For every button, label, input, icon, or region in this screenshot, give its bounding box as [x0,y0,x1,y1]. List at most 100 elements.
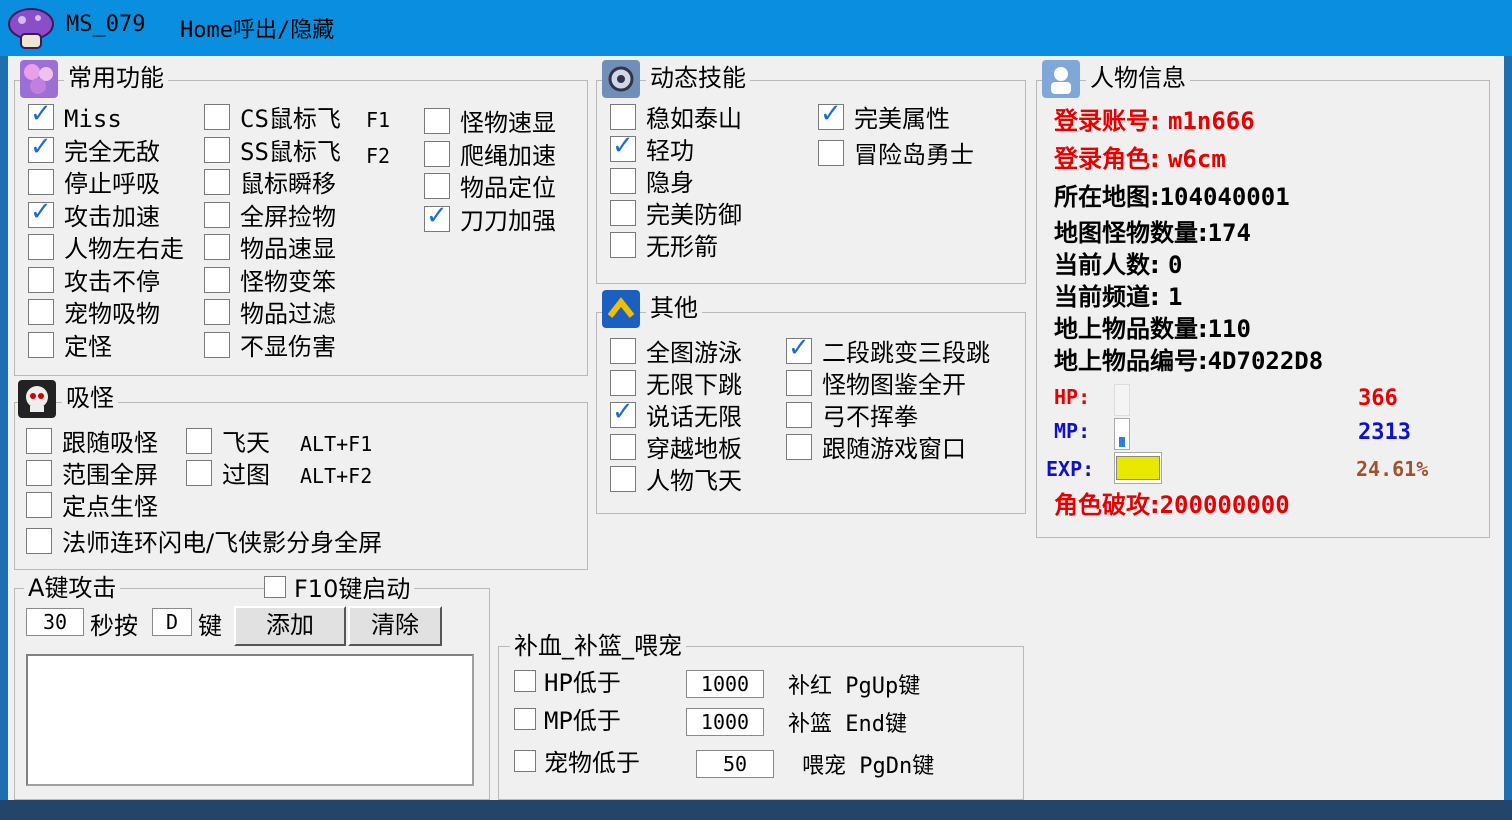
other-col2-checkbox-3[interactable]: 跟随游戏窗口 [786,434,966,464]
recover-threshold-input-2[interactable]: 50 [696,750,774,778]
common-col2-box-7[interactable] [204,331,230,358]
common-col2-box-0[interactable] [204,104,230,130]
dynamic-col2-checkbox-1[interactable]: 冒险岛勇士 [818,140,974,170]
common-col2-box-4[interactable] [204,234,230,260]
common-col2-checkbox-5[interactable]: 怪物变笨 [204,266,336,297]
common-col1-checkbox-1[interactable]: 完全无敌 [28,132,160,167]
recover-checkbox-0[interactable]: HP低于 [514,668,621,698]
common-col2-box-1[interactable] [204,136,230,163]
recover-threshold-input-1[interactable]: 1000 [686,708,764,736]
other-col1-checkbox-1[interactable]: 无限下跳 [610,370,742,400]
common-col2-checkbox-3[interactable]: 全屏捡物 [204,201,336,232]
other-col1-checkbox-4[interactable]: 人物飞天 [610,466,742,496]
recover-checkbox-2[interactable]: 宠物低于 [514,748,640,778]
key-input[interactable]: D [152,608,192,636]
other-col2-box-2[interactable] [786,402,812,428]
other-col1-box-2[interactable] [610,397,636,428]
dynamic-col1-box-1[interactable] [610,131,636,162]
other-col2-box-1[interactable] [786,370,812,396]
absorb-checkbox-2[interactable]: 定点生怪 [26,492,158,522]
other-col2-box-3[interactable] [786,434,812,460]
common-col2-checkbox-1[interactable]: SS鼠标飞 [204,136,341,167]
dynamic-col1-checkbox-2[interactable]: 隐身 [610,168,694,198]
other-col1-checkbox-3[interactable]: 穿越地板 [610,434,742,464]
absorb-box-3[interactable] [26,528,52,554]
common-col3-checkbox-3[interactable]: 刀刀加强 [424,201,556,236]
dynamic-col2-box-1[interactable] [818,140,844,166]
absorb-checkbox-0[interactable]: 跟随吸怪 [26,428,158,458]
recover-box-0[interactable] [514,670,536,692]
dynamic-col1-checkbox-4[interactable]: 无形箭 [610,232,718,262]
other-col2-checkbox-2[interactable]: 弓不挥拳 [786,402,918,432]
dynamic-col1-box-3[interactable] [610,200,636,226]
passmap-box[interactable] [186,460,212,486]
common-col1-box-7[interactable] [28,331,54,358]
common-col2-checkbox-4[interactable]: 物品速显 [204,234,336,264]
dynamic-col1-box-0[interactable] [610,104,636,130]
passmap-checkbox[interactable]: 过图 [186,460,270,490]
common-col1-checkbox-4[interactable]: 人物左右走 [28,234,184,264]
fly-checkbox[interactable]: 飞天 [186,428,270,458]
common-col3-box-0[interactable] [424,108,450,134]
other-col1-checkbox-0[interactable]: 全图游泳 [610,338,742,368]
common-col2-checkbox-6[interactable]: 物品过滤 [204,299,336,329]
common-col1-checkbox-0[interactable]: Miss [28,99,122,134]
common-col1-box-3[interactable] [28,197,54,228]
common-col2-checkbox-2[interactable]: 鼠标瞬移 [204,169,336,199]
other-col1-box-4[interactable] [610,466,636,492]
dynamic-col2-box-0[interactable] [818,99,844,130]
dynamic-col1-checkbox-1[interactable]: 轻功 [610,131,694,166]
recover-box-1[interactable] [514,708,536,730]
dynamic-col1-checkbox-0[interactable]: 稳如泰山 [610,104,742,134]
common-col1-box-5[interactable] [28,266,54,293]
common-col1-checkbox-2[interactable]: 停止呼吸 [28,169,160,199]
common-col1-box-4[interactable] [28,234,54,260]
common-col1-box-0[interactable] [28,99,54,130]
other-col1-checkbox-2[interactable]: 说话无限 [610,397,742,432]
other-col2-checkbox-0[interactable]: 二段跳变三段跳 [786,333,990,368]
title-bar[interactable]: MS_079 Home呼出/隐藏 [0,0,1512,56]
absorb-checkbox-1[interactable]: 范围全屏 [26,460,158,490]
common-col1-checkbox-7[interactable]: 定怪 [28,331,112,362]
dynamic-col1-box-2[interactable] [610,168,636,194]
dynamic-col2-checkbox-0[interactable]: 完美属性 [818,99,950,134]
common-col2-box-2[interactable] [204,169,230,195]
add-button[interactable]: 添加 [234,606,346,646]
f10-start-checkbox[interactable]: F10键启动 [264,574,415,604]
other-col1-box-3[interactable] [610,434,636,460]
common-col2-box-6[interactable] [204,299,230,325]
f10-box[interactable] [264,576,286,598]
other-col1-box-0[interactable] [610,338,636,364]
common-col3-checkbox-1[interactable]: 爬绳加速 [424,140,556,171]
absorb-box-0[interactable] [26,428,52,454]
common-col3-box-1[interactable] [424,140,450,167]
other-col2-box-0[interactable] [786,333,812,364]
absorb-box-1[interactable] [26,460,52,486]
common-col3-box-2[interactable] [424,173,450,199]
dynamic-col1-box-4[interactable] [610,232,636,258]
absorb-box-2[interactable] [26,492,52,518]
common-col1-checkbox-5[interactable]: 攻击不停 [28,266,160,297]
recover-threshold-input-0[interactable]: 1000 [686,670,764,698]
common-col2-checkbox-7[interactable]: 不显伤害 [204,331,336,362]
recover-box-2[interactable] [514,750,536,772]
common-col2-checkbox-0[interactable]: CS鼠标飞 [204,104,341,134]
common-col1-checkbox-6[interactable]: 宠物吸物 [28,299,160,329]
common-col1-box-1[interactable] [28,132,54,163]
common-col2-box-3[interactable] [204,201,230,228]
other-col1-box-1[interactable] [610,370,636,396]
fly-box[interactable] [186,428,212,454]
dynamic-col1-checkbox-3[interactable]: 完美防御 [610,200,742,230]
akey-list-box[interactable] [26,654,474,786]
common-col3-checkbox-2[interactable]: 物品定位 [424,173,556,203]
common-col1-checkbox-3[interactable]: 攻击加速 [28,197,160,232]
recover-checkbox-1[interactable]: MP低于 [514,706,621,736]
clear-button[interactable]: 清除 [348,606,442,646]
common-col3-checkbox-0[interactable]: 怪物速显 [424,108,556,138]
common-col1-box-6[interactable] [28,299,54,325]
common-col3-box-3[interactable] [424,201,450,232]
absorb-checkbox-3[interactable]: 法师连环闪电/飞侠影分身全屏 [26,528,382,558]
other-col2-checkbox-1[interactable]: 怪物图鉴全开 [786,370,966,400]
seconds-input[interactable]: 30 [26,608,84,636]
common-col2-box-5[interactable] [204,266,230,293]
